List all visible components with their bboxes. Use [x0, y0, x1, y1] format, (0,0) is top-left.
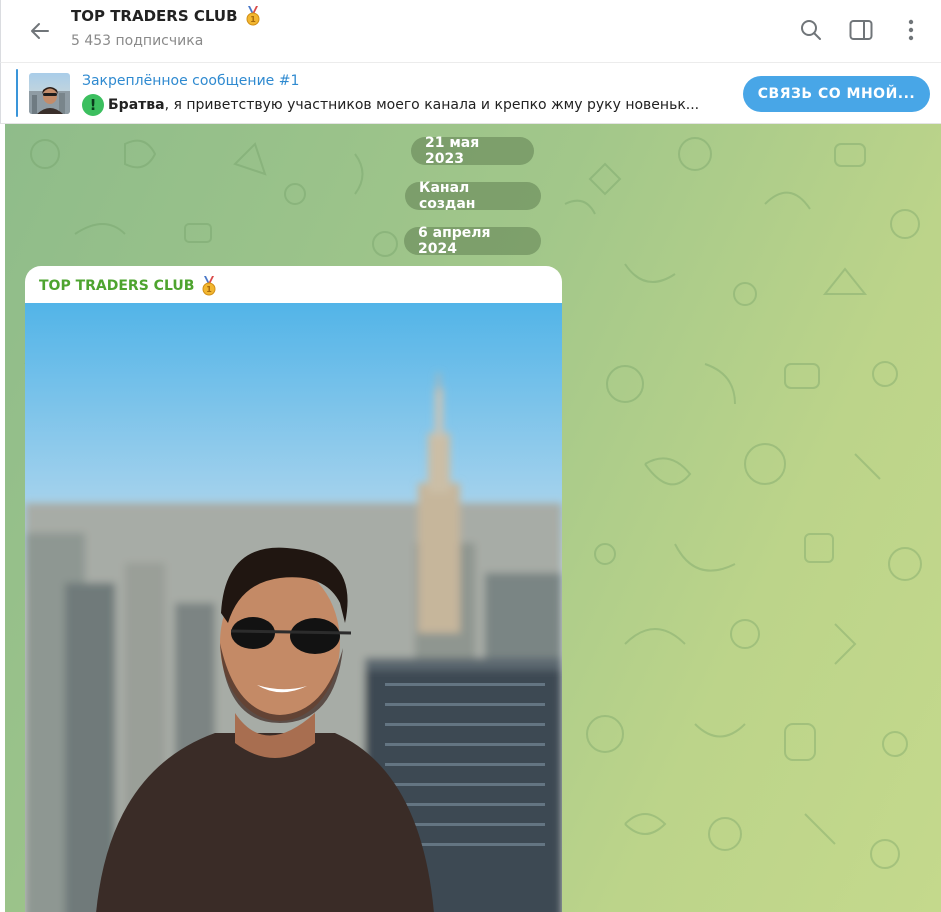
pinned-title: Закреплённое сообщение #1 — [82, 73, 300, 89]
gold-medal-icon: 1 — [246, 6, 260, 26]
pinned-preview: ! Братва, я приветствую участников моего… — [82, 94, 732, 116]
channel-title-text: TOP TRADERS CLUB — [71, 7, 238, 25]
date-separator: 21 мая 2023 — [411, 135, 534, 167]
channel-info[interactable]: TOP TRADERS CLUB 1 5 453 подписчика — [71, 6, 262, 49]
chat-header: TOP TRADERS CLUB 1 5 453 подписчика — [0, 0, 941, 62]
channel-title: TOP TRADERS CLUB 1 — [71, 6, 262, 26]
exclamation-icon: ! — [82, 94, 104, 116]
channel-message[interactable]: TOP TRADERS CLUB 1 — [25, 266, 562, 912]
pinned-indicator — [16, 69, 18, 117]
more-vertical-icon — [908, 19, 914, 41]
chat-area[interactable]: 21 мая 2023 Канал создан 6 апреля 2024 T… — [5, 124, 941, 912]
search-button[interactable] — [797, 14, 825, 46]
pinned-thumbnail — [29, 73, 70, 114]
more-button[interactable] — [897, 14, 925, 46]
sidebar-toggle-icon — [849, 20, 873, 40]
pinned-preview-text: , я приветствую участников моего канала … — [164, 97, 700, 113]
message-author-name: TOP TRADERS CLUB — [39, 278, 195, 294]
search-icon — [801, 20, 821, 40]
pinned-preview-bold: Братва — [108, 97, 165, 113]
gold-medal-icon: 1 — [202, 276, 216, 296]
date-separator: 6 апреля 2024 — [404, 225, 541, 257]
svg-text:1: 1 — [207, 285, 213, 294]
service-message-channel-created: Канал создан — [405, 180, 541, 212]
contact-me-button[interactable]: СВЯЗЬ СО МНОЙ... — [743, 76, 930, 112]
pinned-message-bar[interactable]: Закреплённое сообщение #1 ! Братва, я пр… — [0, 62, 941, 124]
back-button[interactable] — [23, 14, 57, 48]
sidebar-toggle-button[interactable] — [847, 14, 875, 46]
svg-text:1: 1 — [250, 15, 256, 24]
back-arrow-icon — [31, 23, 49, 39]
message-author[interactable]: TOP TRADERS CLUB 1 — [39, 276, 218, 296]
subscriber-count: 5 453 подписчика — [71, 33, 204, 49]
message-photo[interactable] — [25, 303, 562, 912]
